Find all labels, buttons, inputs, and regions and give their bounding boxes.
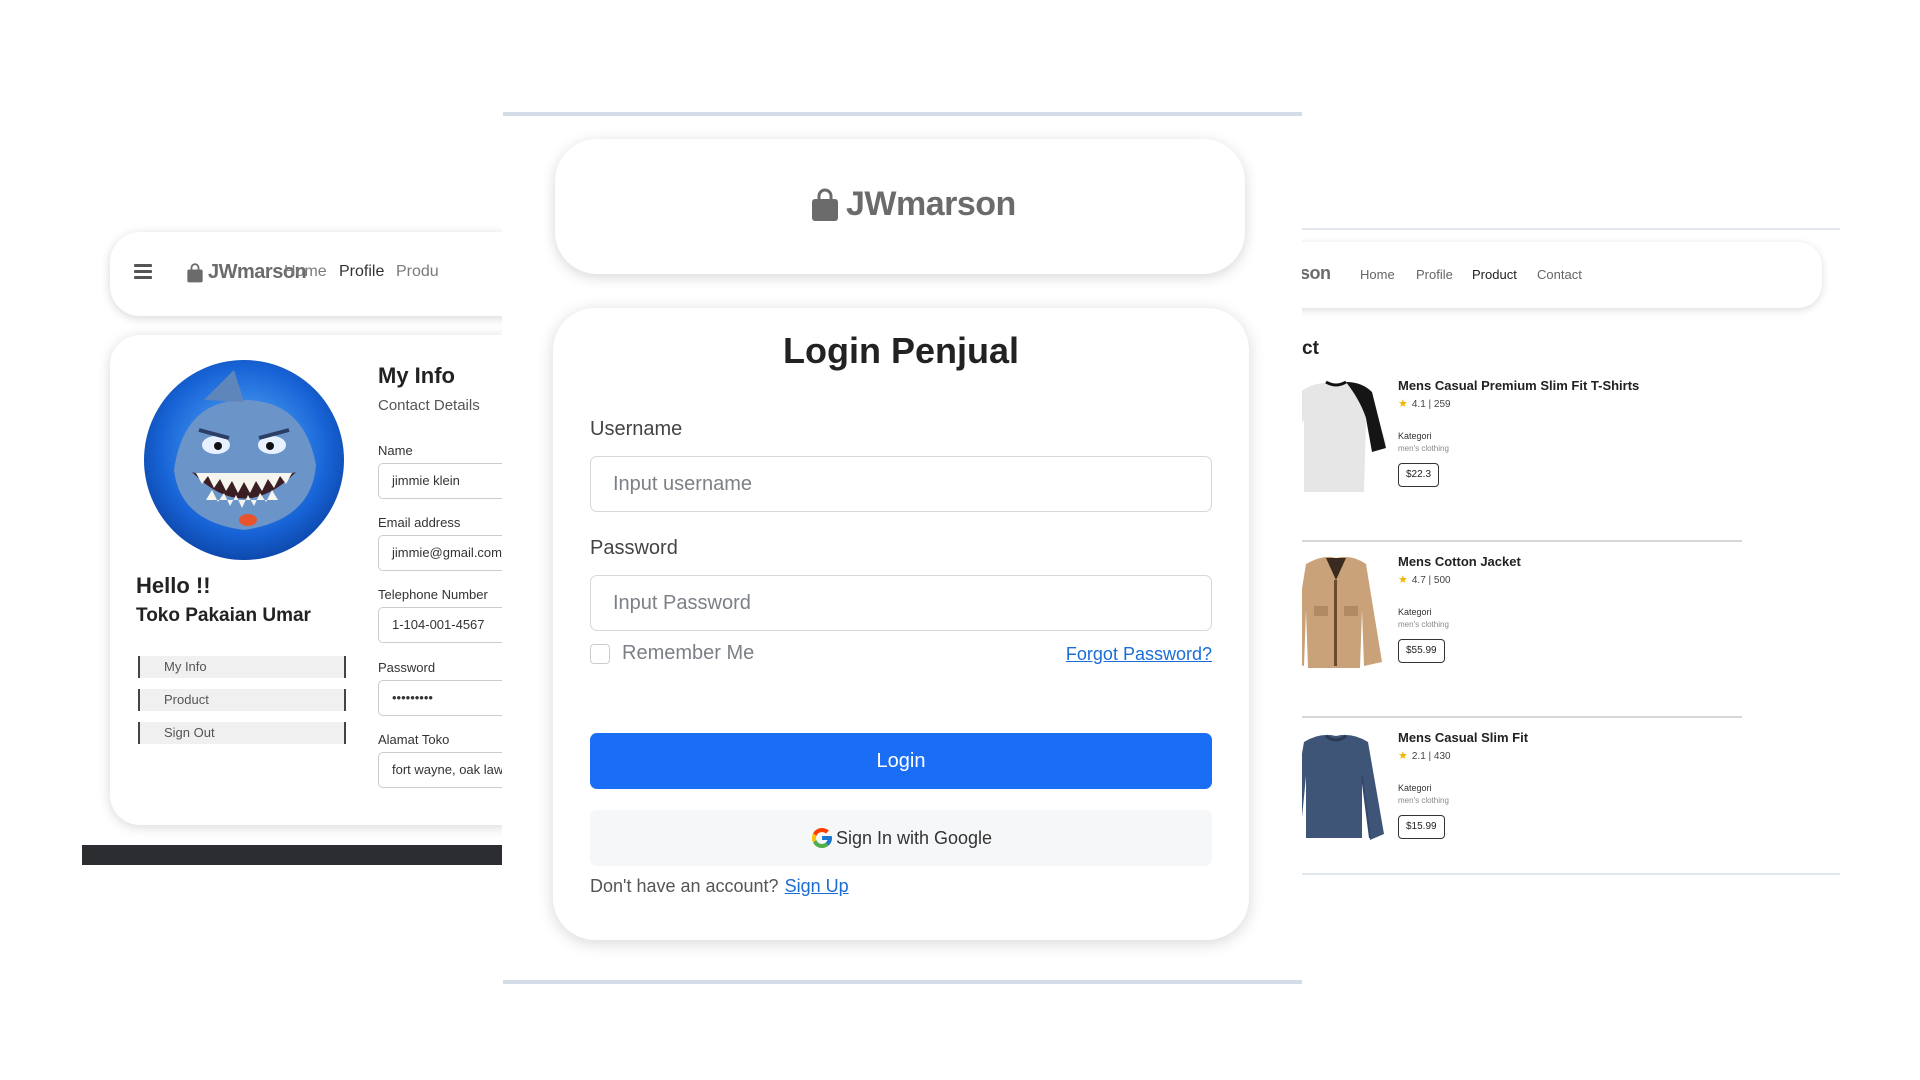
product-rating: ★ 2.1 | 430 <box>1398 749 1451 762</box>
product-page-preview: arson Home Profile Product Contact ct Me… <box>1302 228 1840 878</box>
rating-value: 4.1 | 259 <box>1411 399 1451 410</box>
profile-navbar: JWmarson Home Profile Produ <box>110 232 502 316</box>
star-icon: ★ <box>1398 398 1408 410</box>
phone-label: Telephone Number <box>378 587 488 602</box>
address-field[interactable]: fort wayne, oak lawn <box>378 752 502 788</box>
divider <box>1302 873 1840 875</box>
profile-page-preview: JWmarson Home Profile Produ Hello !! Tok… <box>82 225 502 865</box>
star-icon: ★ <box>1398 750 1408 762</box>
shopping-bag-icon <box>812 188 838 221</box>
cotton-jacket-image <box>1302 556 1382 668</box>
product-card[interactable]: Mens Casual Premium Slim Fit T-Shirts ★ 4… <box>1302 366 1742 542</box>
no-account-text: Don't have an account? <box>590 876 779 896</box>
login-page: JWmarson Login Penjual Username Password… <box>503 112 1302 988</box>
google-signin-button[interactable]: Sign In with Google <box>590 810 1212 866</box>
email-label: Email address <box>378 515 461 530</box>
nav-home[interactable]: Home <box>1360 267 1395 282</box>
username-label: Username <box>590 418 683 440</box>
address-label: Alamat Toko <box>378 732 450 747</box>
category-label: Kategori <box>1398 607 1432 617</box>
nav-product[interactable]: Produ <box>396 263 439 281</box>
sidebar-item-my-info[interactable]: My Info <box>138 656 346 678</box>
shark-avatar <box>144 360 344 560</box>
divider <box>1302 228 1840 230</box>
remember-checkbox[interactable] <box>590 643 610 664</box>
google-button-label: Sign In with Google <box>835 827 993 848</box>
sidebar-item-product[interactable]: Product <box>138 689 346 711</box>
rating-value: 2.1 | 430 <box>1411 751 1451 762</box>
product-card[interactable]: Mens Cotton Jacket ★ 4.7 | 500 Kategori m… <box>1302 542 1742 718</box>
name-label: Name <box>378 443 413 458</box>
product-name[interactable]: Mens Casual Premium Slim Fit T-Shirts <box>1398 378 1639 393</box>
login-brand: JWmarson <box>810 185 1016 224</box>
remember-me[interactable]: Remember Me <box>590 642 754 665</box>
product-navbar: arson Home Profile Product Contact <box>1302 242 1822 308</box>
greeting: Hello !! <box>136 573 211 598</box>
section-subtitle: Contact Details <box>378 397 480 414</box>
name-field[interactable]: jimmie klein <box>378 463 502 499</box>
email-field[interactable]: jimmie@gmail.com <box>378 535 502 571</box>
hamburger-icon[interactable] <box>134 264 152 280</box>
phone-field[interactable]: 1-104-001-4567 <box>378 607 502 643</box>
login-title: Login Penjual <box>782 330 1019 371</box>
product-price[interactable]: $22.3 <box>1398 463 1440 487</box>
password-input[interactable] <box>590 575 1212 631</box>
navbar-brand[interactable]: arson <box>1302 263 1331 284</box>
nav-contact[interactable]: Contact <box>1537 267 1582 282</box>
product-price[interactable]: $15.99 <box>1398 815 1445 839</box>
forgot-password-link[interactable]: Forgot Password? <box>1066 644 1212 665</box>
product-price[interactable]: $55.99 <box>1398 639 1445 663</box>
category-label: Kategori <box>1398 783 1432 793</box>
product-category: men's clothing <box>1398 444 1449 453</box>
login-button[interactable]: Login <box>590 733 1212 789</box>
google-icon <box>811 828 832 848</box>
signup-link[interactable]: Sign Up <box>785 876 849 896</box>
login-card: Login Penjual Username Password Remember… <box>553 308 1249 940</box>
nav-product[interactable]: Product <box>1472 267 1517 282</box>
brand-name: JWmarson <box>846 185 1016 223</box>
raglan-tshirt-image <box>1302 380 1386 492</box>
password-label: Password <box>378 660 436 675</box>
page-footer <box>82 845 502 865</box>
sidebar-item-sign-out[interactable]: Sign Out <box>138 722 346 744</box>
product-name[interactable]: Mens Cotton Jacket <box>1398 554 1521 569</box>
product-category: men's clothing <box>1398 620 1449 629</box>
product-category: men's clothing <box>1398 796 1449 805</box>
logo-card: JWmarson <box>555 139 1245 274</box>
divider <box>503 980 1302 984</box>
product-rating: ★ 4.1 | 259 <box>1398 397 1451 410</box>
category-label: Kategori <box>1398 431 1432 441</box>
divider <box>503 112 1302 116</box>
section-title: My Info <box>378 363 455 388</box>
nav-profile[interactable]: Profile <box>1416 267 1453 282</box>
remember-label: Remember Me <box>622 642 755 664</box>
star-icon: ★ <box>1398 574 1408 586</box>
username-input[interactable] <box>590 456 1212 512</box>
password-label: Password <box>590 537 678 559</box>
signup-row: Don't have an account? Sign Up <box>590 876 849 897</box>
product-name[interactable]: Mens Casual Slim Fit <box>1398 730 1528 745</box>
product-rating: ★ 4.7 | 500 <box>1398 573 1451 586</box>
shopping-bag-icon <box>187 262 203 282</box>
nav-home[interactable]: Home <box>284 263 327 281</box>
page-heading: ct <box>1302 338 1319 359</box>
rating-value: 4.7 | 500 <box>1411 575 1451 586</box>
product-card[interactable]: Mens Casual Slim Fit ★ 2.1 | 430 Kategori… <box>1302 718 1742 878</box>
password-field[interactable]: ••••••••• <box>378 680 502 716</box>
store-name: Toko Pakaian Umar <box>136 605 311 626</box>
navy-longsleeve-image <box>1302 734 1384 840</box>
nav-profile[interactable]: Profile <box>339 263 384 281</box>
profile-card: Hello !! Toko Pakaian Umar My Info Produ… <box>110 335 502 825</box>
